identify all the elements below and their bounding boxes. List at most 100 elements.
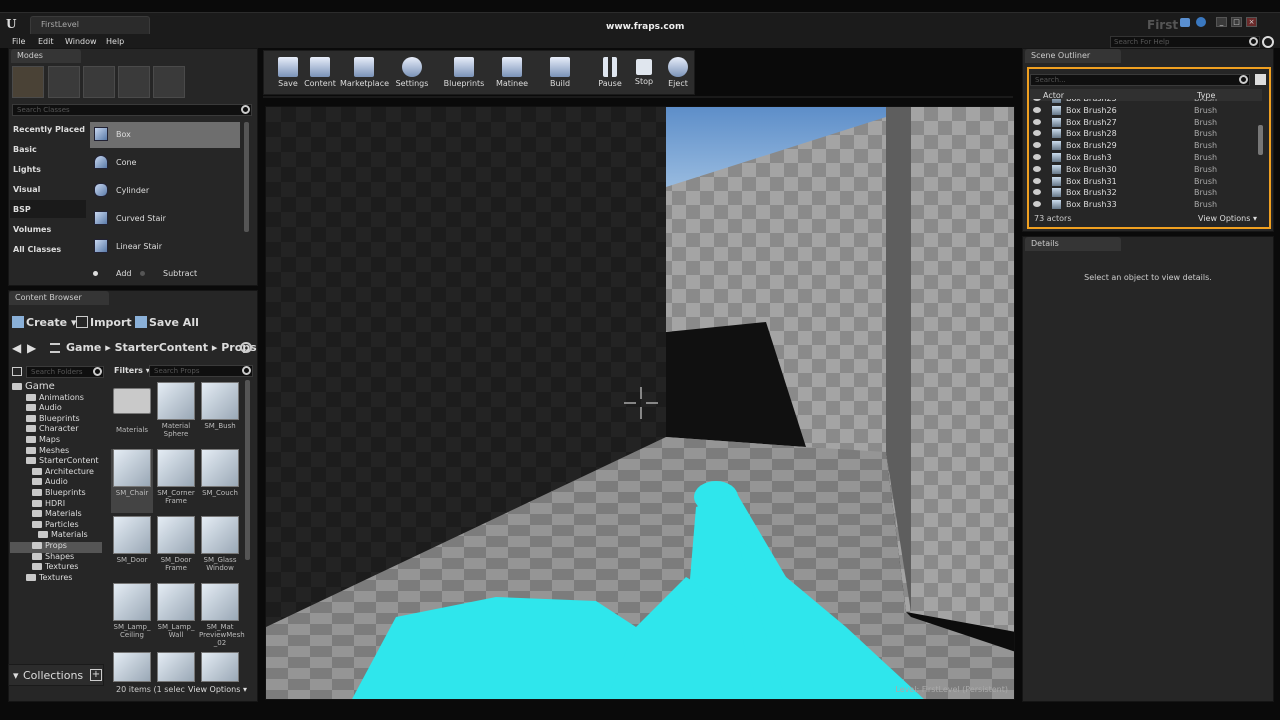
folder-item[interactable]: Materials: [12, 509, 104, 520]
folder-item[interactable]: Materials: [12, 530, 104, 541]
minimize-button[interactable]: _: [1216, 17, 1227, 27]
matinee-button[interactable]: Matinee: [490, 51, 534, 96]
folder-item[interactable]: Character: [12, 424, 104, 435]
back-arrow-icon[interactable]: ◀: [12, 341, 21, 355]
folder-item[interactable]: Blueprints: [12, 488, 104, 499]
menu-help[interactable]: Help: [106, 37, 124, 46]
add-collection-icon[interactable]: +: [90, 669, 102, 681]
outliner-row[interactable]: Box Brush28 Brush: [1030, 128, 1256, 140]
folder-item[interactable]: Particles: [12, 520, 104, 531]
outliner-row[interactable]: Box Brush32 Brush: [1030, 187, 1256, 199]
folder-item[interactable]: Textures: [12, 562, 104, 573]
outliner-row[interactable]: Box Brush27 Brush: [1030, 117, 1256, 129]
folder-item[interactable]: StarterContent: [12, 456, 104, 467]
menu-file[interactable]: File: [12, 37, 25, 46]
content-button[interactable]: Content: [298, 51, 342, 96]
menu-window[interactable]: Window: [65, 37, 97, 46]
asset-thumbnail[interactable]: [201, 652, 239, 682]
breadcrumb-starter-content[interactable]: StarterContent: [115, 341, 208, 354]
category-basic[interactable]: Basic: [13, 145, 37, 154]
asset-thumbnail[interactable]: [157, 652, 195, 682]
folder-item[interactable]: Audio: [12, 477, 104, 488]
asset-thumbnail[interactable]: [113, 652, 151, 682]
asset-tile[interactable]: SM_Mat PreviewMesh _02: [199, 583, 245, 647]
marketplace-button[interactable]: Marketplace: [340, 51, 389, 96]
path-list-icon[interactable]: [50, 343, 60, 353]
asset-tile[interactable]: SM_Lamp_ Wall: [155, 583, 197, 647]
place-mode-icon[interactable]: [12, 66, 44, 98]
asset-tile[interactable]: SM_Corner Frame: [155, 449, 197, 513]
outliner-row[interactable]: Box Brush3 Brush: [1030, 152, 1256, 164]
settings-button[interactable]: Settings: [390, 51, 434, 96]
eye-icon[interactable]: [1033, 177, 1041, 184]
eye-icon[interactable]: [1033, 189, 1041, 196]
category-visual[interactable]: Visual: [13, 185, 40, 194]
shape-curved-stair[interactable]: Curved Stair: [90, 206, 240, 232]
folder-item[interactable]: Architecture: [12, 467, 104, 478]
subtract-radio[interactable]: [140, 271, 145, 276]
asset-tile[interactable]: SM_Couch: [199, 449, 241, 513]
eye-icon[interactable]: [1033, 201, 1041, 208]
scene-outliner-tab[interactable]: Scene Outliner: [1025, 49, 1121, 63]
eye-icon[interactable]: [1033, 99, 1041, 101]
details-tab[interactable]: Details: [1025, 237, 1121, 251]
search-classes-input[interactable]: Search Classes: [12, 104, 252, 116]
category-lights[interactable]: Lights: [13, 165, 41, 174]
forward-arrow-icon[interactable]: ▶: [27, 341, 36, 355]
category-all-classes[interactable]: All Classes: [13, 245, 61, 254]
add-radio[interactable]: [93, 271, 98, 276]
eye-icon[interactable]: [1033, 165, 1041, 172]
outliner-view-options-button[interactable]: View Options ▾: [1198, 214, 1257, 223]
level-viewport[interactable]: Level: FirstLevel (Persistent): [265, 106, 1015, 700]
create-button[interactable]: Create ▾: [12, 316, 76, 329]
eye-icon[interactable]: [1033, 153, 1041, 160]
modes-tab[interactable]: Modes: [11, 49, 81, 63]
asset-scrollbar[interactable]: [245, 380, 250, 560]
globe-icon[interactable]: [1262, 36, 1274, 48]
breadcrumb-game[interactable]: Game: [66, 341, 101, 354]
close-button[interactable]: ×: [1246, 17, 1257, 27]
filters-button[interactable]: Filters ▾: [114, 366, 150, 375]
asset-tile[interactable]: Material Sphere: [155, 382, 197, 446]
shapes-scrollbar[interactable]: [244, 122, 249, 232]
history-icon[interactable]: [240, 342, 252, 353]
category-recently-placed[interactable]: Recently Placed: [13, 125, 85, 134]
build-button[interactable]: Build: [538, 51, 582, 96]
outliner-row[interactable]: Box Brush33 Brush: [1030, 199, 1256, 211]
view-options-button[interactable]: View Options ▾: [188, 685, 247, 694]
folder-tree-icon[interactable]: [12, 367, 22, 376]
asset-tile[interactable]: Materials: [111, 382, 153, 446]
eye-icon[interactable]: [1033, 106, 1041, 113]
asset-tile[interactable]: SM_Lamp_ Ceiling: [111, 583, 153, 647]
landscape-mode-icon[interactable]: [83, 66, 115, 98]
content-browser-tab[interactable]: Content Browser: [9, 291, 109, 305]
eye-icon[interactable]: [1033, 142, 1041, 149]
outliner-row[interactable]: Box Brush26 Brush: [1030, 105, 1256, 117]
outliner-row[interactable]: Box Brush30 Brush: [1030, 164, 1256, 176]
shape-cylinder[interactable]: Cylinder: [90, 178, 240, 204]
shape-cone[interactable]: Cone: [90, 150, 240, 176]
save-all-button[interactable]: Save All: [135, 316, 199, 329]
shape-box[interactable]: Box: [90, 122, 240, 148]
asset-tile[interactable]: SM_Glass Window: [199, 516, 241, 580]
folder-item[interactable]: Shapes: [12, 552, 104, 563]
folder-item[interactable]: Blueprints: [12, 414, 104, 425]
folder-item[interactable]: HDRI: [12, 499, 104, 510]
help-search-input[interactable]: Search For Help: [1110, 36, 1260, 48]
foliage-mode-icon[interactable]: [118, 66, 150, 98]
level-tab[interactable]: FirstLevel: [30, 16, 150, 35]
feedback-icon[interactable]: [1180, 18, 1190, 27]
folder-item[interactable]: Textures: [12, 573, 104, 584]
create-folder-icon[interactable]: [1255, 74, 1266, 85]
outliner-row[interactable]: Box Brush29 Brush: [1030, 140, 1256, 152]
search-icon[interactable]: [1249, 37, 1258, 46]
asset-tile[interactable]: SM_Chair: [111, 449, 153, 513]
menu-edit[interactable]: Edit: [38, 37, 54, 46]
category-volumes[interactable]: Volumes: [13, 225, 51, 234]
asset-tile[interactable]: SM_Bush: [199, 382, 241, 446]
eye-icon[interactable]: [1033, 130, 1041, 137]
geometry-mode-icon[interactable]: [153, 66, 185, 98]
shape-linear-stair[interactable]: Linear Stair: [90, 234, 240, 260]
folder-item[interactable]: Meshes: [12, 446, 104, 457]
import-button[interactable]: Import: [76, 316, 132, 329]
